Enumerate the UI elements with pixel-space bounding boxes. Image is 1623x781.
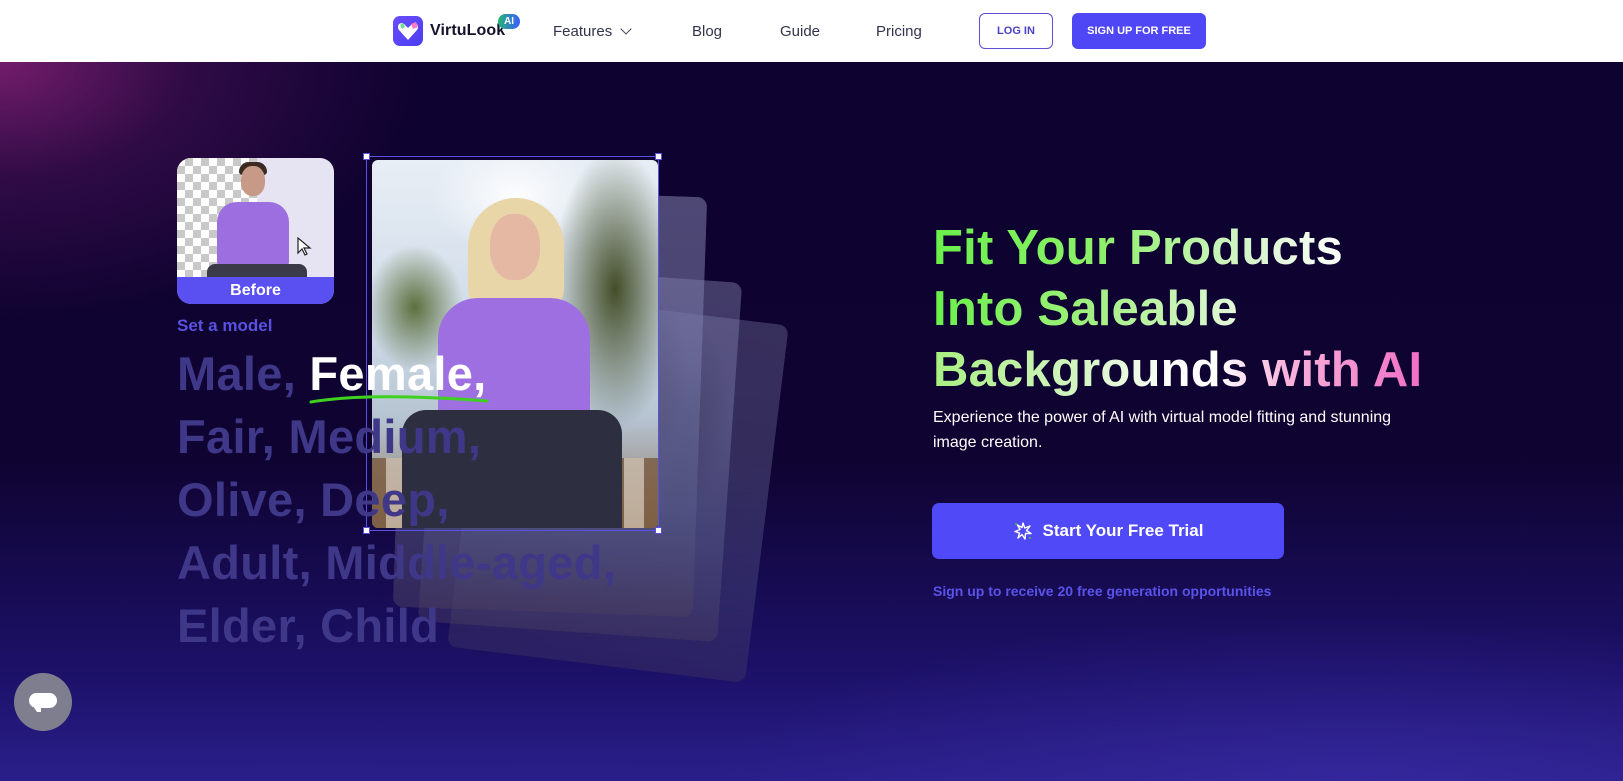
headline-line-2: Into Saleable <box>933 279 1422 340</box>
login-button[interactable]: LOG IN <box>979 13 1053 49</box>
ai-badge: AI <box>498 14 520 29</box>
start-free-trial-button[interactable]: Start Your Free Trial <box>932 503 1284 559</box>
resize-handle[interactable] <box>655 153 662 160</box>
attribute-line-age[interactable]: Adult, Middle-aged, <box>177 531 616 594</box>
brand-name: VirtuLook <box>430 22 506 39</box>
set-model-label: Set a model <box>177 316 273 335</box>
nav-item-features[interactable]: Features <box>553 23 632 40</box>
signup-button[interactable]: SIGN UP FOR FREE <box>1072 13 1206 49</box>
resize-handle[interactable] <box>363 153 370 160</box>
attribute-line-gender: Male, Female, <box>177 342 616 405</box>
hero-headline: Fit Your Products Into Saleable Backgrou… <box>933 218 1422 401</box>
headline-line-3: Backgrounds with AI <box>933 340 1422 401</box>
before-label: Before <box>177 277 334 304</box>
attribute-line-skin-2[interactable]: Olive, Deep, <box>177 468 616 531</box>
nav-item-label: Features <box>553 23 613 40</box>
model-shirt <box>217 202 289 268</box>
nav-item-guide[interactable]: Guide <box>780 23 820 40</box>
before-preview-card: Before <box>177 158 334 304</box>
cta-label: Start Your Free Trial <box>1042 521 1204 540</box>
top-navbar: VirtuLook AI Features Blog Guide Pricing… <box>0 0 1623 62</box>
attribute-line-skin[interactable]: Fair, Medium, <box>177 405 616 468</box>
chat-widget-button[interactable] <box>14 673 72 731</box>
headline-line-1: Fit Your Products <box>933 218 1422 279</box>
underline-squiggle-icon <box>309 395 489 404</box>
promo-text[interactable]: Sign up to receive 20 free generation op… <box>933 583 1271 599</box>
brand-logo[interactable]: VirtuLook AI <box>393 14 520 46</box>
chevron-down-icon <box>620 23 632 35</box>
chat-bubble-tail <box>33 706 41 712</box>
attribute-option-active[interactable]: Female, <box>309 347 489 404</box>
nav-item-blog[interactable]: Blog <box>692 23 722 40</box>
nav-item-pricing[interactable]: Pricing <box>876 23 922 40</box>
mouse-cursor-icon <box>297 237 312 256</box>
model-head <box>241 166 265 196</box>
attribute-option[interactable]: Male, <box>177 347 309 400</box>
sparkle-burst-icon <box>1013 522 1032 540</box>
virtulook-logo-icon <box>393 16 423 46</box>
model-attribute-list: Male, Female, Fair, Medium, Olive, Deep,… <box>177 342 616 657</box>
hero-section: Before Set a model Male, Female, Fair, M… <box>0 62 1623 781</box>
hero-subtext: Experience the power of AI with virtual … <box>933 409 1392 451</box>
attribute-line-age-2[interactable]: Elder, Child <box>177 594 616 657</box>
model-face <box>490 214 540 280</box>
